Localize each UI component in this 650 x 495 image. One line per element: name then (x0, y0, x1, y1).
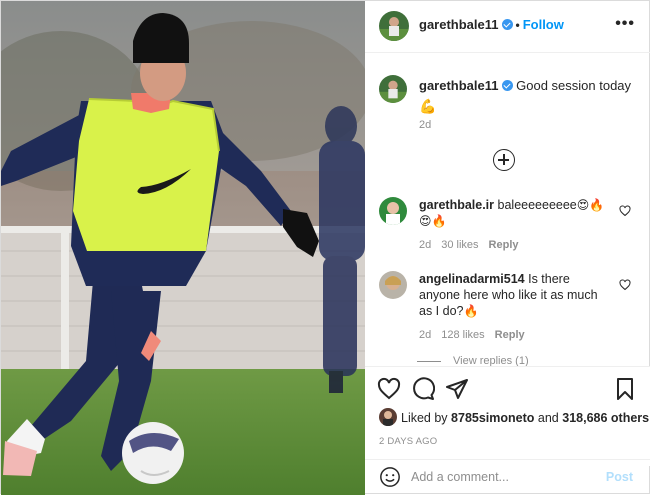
comment-text: angelinadarmi514 Is there anyone here wh… (419, 271, 614, 319)
comment-timestamp: 2d (419, 239, 432, 251)
post-timestamp[interactable]: 2 DAYS AGO (379, 436, 437, 447)
verified-badge-icon (501, 19, 513, 30)
fire-emoji: 🔥 (463, 304, 479, 318)
reply-button[interactable]: Reply (489, 239, 519, 251)
caption-username[interactable]: garethbale11 (419, 78, 499, 93)
post-actions: Liked by 8785simoneto and 318,686 others… (365, 366, 650, 466)
comment-likes-count[interactable]: 128 likes (441, 329, 484, 341)
comment-body-line3: as I do? (419, 304, 464, 318)
flexed-biceps-emoji: 💪 (419, 98, 437, 114)
post-header: garethbale11 • Follow ••• (365, 1, 650, 53)
add-comment-input[interactable] (411, 464, 591, 490)
post-side-panel: garethbale11 • Follow ••• garethbale11 Goo… (365, 1, 650, 495)
likes-others-count[interactable]: 318,686 others (562, 411, 649, 425)
liker-avatar[interactable] (379, 408, 397, 426)
training-photo (1, 1, 365, 495)
comment-bubble-icon[interactable] (411, 377, 435, 401)
author-username[interactable]: garethbale11 (419, 17, 499, 32)
emoji-smile-icon[interactable] (379, 466, 401, 488)
commenter-avatar[interactable] (379, 271, 407, 299)
liker-username[interactable]: 8785simoneto (451, 411, 534, 425)
like-heart-icon[interactable] (377, 377, 401, 401)
save-bookmark-icon[interactable] (613, 377, 637, 401)
reply-button[interactable]: Reply (495, 329, 525, 341)
post-comment-button[interactable]: Post (606, 470, 633, 484)
post-photo[interactable] (1, 1, 365, 495)
caption-timestamp: 2d (419, 119, 432, 131)
comment-username[interactable]: garethbale.ir (419, 198, 494, 212)
comment-body: baleeeeeeeee (497, 198, 577, 212)
heart-eyes-fire-emoji: 😍🔥 (576, 198, 605, 212)
author-avatar[interactable] (379, 11, 409, 41)
more-options-icon[interactable]: ••• (615, 15, 635, 33)
likes-summary: Liked by 8785simoneto and 318,686 others (379, 408, 649, 426)
comment-timestamp: 2d (419, 329, 432, 341)
heart-eyes-fire-emoji: 😍🔥 (419, 214, 447, 228)
comment-username[interactable]: angelinadarmi514 (419, 272, 525, 286)
verified-badge-icon (501, 80, 513, 91)
instagram-post: garethbale11 • Follow ••• garethbale11 Goo… (0, 0, 650, 495)
comment-likes-count[interactable]: 30 likes (441, 239, 478, 251)
comment-meta: 2d 30 likes Reply (419, 239, 529, 251)
like-comment-heart-icon[interactable] (619, 279, 631, 291)
comment-body-line2: anyone here who like it as much (419, 288, 598, 302)
comment-text: garethbale.ir baleeeeeeeee😍🔥 😍🔥 (419, 197, 614, 229)
header-line: garethbale11 • Follow (419, 17, 564, 32)
caption-avatar[interactable] (379, 75, 407, 103)
liked-by-and: and (537, 411, 559, 425)
liked-by-prefix: Liked by (401, 411, 448, 425)
caption-body: Good session today (516, 78, 632, 93)
caption-text: garethbale11 Good session today 💪 (419, 77, 634, 115)
add-comment-bar: Post (365, 459, 650, 495)
separator-dot: • (515, 18, 520, 32)
comment-meta: 2d 128 likes Reply (419, 329, 535, 341)
like-comment-heart-icon[interactable] (619, 205, 631, 217)
share-paper-plane-icon[interactable] (445, 377, 469, 401)
follow-button[interactable]: Follow (523, 17, 564, 32)
load-more-comments-icon[interactable] (493, 149, 515, 171)
commenter-avatar[interactable] (379, 197, 407, 225)
comment-body-line1: Is there (528, 272, 570, 286)
